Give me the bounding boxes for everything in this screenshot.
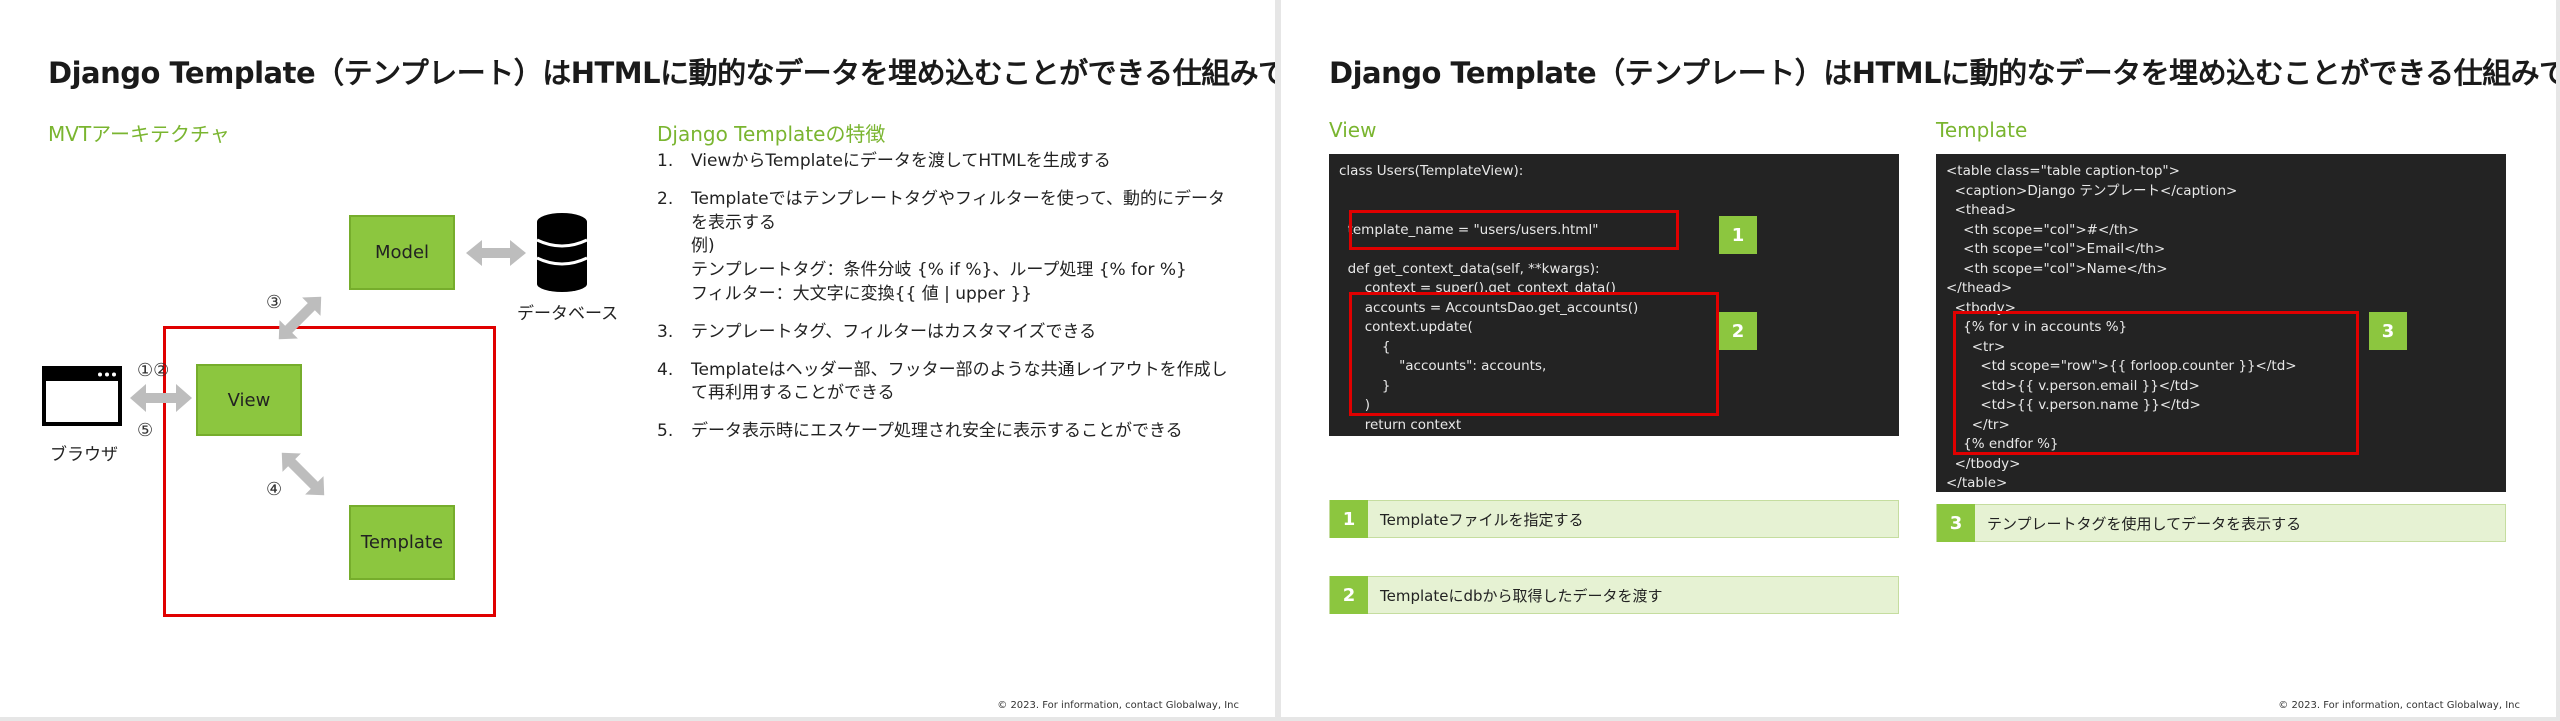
feature-number: 4. (657, 359, 674, 380)
step-1-2-marker: ①② (137, 360, 170, 381)
note-3-text: テンプレートタグを使用してデータを表示する (1987, 515, 2302, 533)
note-2: 2 Templateにdbから取得したデータを渡す (1329, 576, 1899, 614)
code-line: class Users(TemplateView): (1339, 163, 1524, 179)
code-line: <th scope="col">Email</th> (1946, 241, 2166, 257)
highlight-template-loop (1953, 311, 2359, 455)
note-3: 3 テンプレートタグを使用してデータを表示する (1936, 504, 2506, 542)
browser-label: ブラウザ (50, 445, 118, 465)
browser-view-arrow (130, 384, 192, 412)
code-line: </tbody> (1946, 455, 2021, 472)
code-line: <th scope="col">Name</th> (1946, 260, 2168, 277)
feature-item: 2. Templateではテンプレートタグやフィルターを使って、動的にデータを表… (657, 188, 1237, 307)
step-3-marker: ③ (266, 292, 283, 313)
code-line: <thead> (1946, 202, 2017, 218)
feature-number: 5. (657, 421, 674, 442)
note-1: 1 Templateファイルを指定する (1329, 500, 1899, 538)
step-4-marker: ④ (266, 479, 283, 500)
feature-text: Templateではテンプレートタグやフィルターを使って、動的にデータを表示する… (691, 188, 1226, 304)
feature-item: 3. テンプレートタグ、フィルターはカスタマイズできる (657, 321, 1237, 345)
callout-badge-3: 3 (2369, 312, 2407, 350)
slide-view-template-code: Django Template（テンプレート）はHTMLに動的なデータを埋め込む… (1281, 0, 2556, 717)
note-2-text: Templateにdbから取得したデータを渡す (1380, 587, 1663, 605)
code-line: return context (1339, 416, 1462, 433)
highlight-template-name (1349, 210, 1679, 250)
callout-badge-2: 2 (1719, 312, 1757, 350)
feature-item: 1. ViewからTemplateにデータを渡してHTMLを生成する (657, 150, 1237, 174)
feature-item: 4. Templateはヘッダー部、フッター部のような共通レイアウトを作成して再… (657, 359, 1237, 407)
code-line: def get_context_data(self, **kwargs): (1339, 260, 1600, 277)
feature-number: 1. (657, 151, 674, 171)
note-badge-2: 2 (1330, 576, 1368, 614)
code-line: <table class="table caption-top"> (1946, 163, 2180, 179)
feature-number: 3. (657, 321, 674, 342)
feature-text: データ表示時にエスケープ処理され安全に表示することができる (691, 421, 1183, 442)
callout-badge-1: 1 (1719, 216, 1757, 254)
feature-text: ViewからTemplateにデータを渡してHTMLを生成する (691, 151, 1111, 171)
highlight-context-data (1349, 292, 1719, 416)
database-icon (536, 213, 588, 292)
slide-mvt-architecture: Django Template（テンプレート）はHTMLに動的なデータを埋め込む… (0, 0, 1275, 717)
view-heading: View (1329, 118, 1377, 142)
feature-text: Templateはヘッダー部、フッター部のような共通レイアウトを作成して再利用す… (691, 359, 1228, 404)
code-line: </thead> (1946, 280, 2013, 296)
copyright-footer: © 2023. For information, contact Globalw… (997, 700, 1239, 711)
database-label: データベース (517, 304, 619, 324)
step-5-marker: ⑤ (137, 420, 154, 441)
browser-window-icon (42, 366, 122, 426)
note-badge-1: 1 (1330, 500, 1368, 538)
model-db-arrow (466, 240, 526, 266)
template-heading: Template (1936, 118, 2028, 142)
copyright-footer: © 2023. For information, contact Globalw… (2278, 700, 2520, 711)
feature-item: 5. データ表示時にエスケープ処理され安全に表示することができる (657, 420, 1237, 444)
note-badge-3: 3 (1937, 504, 1975, 542)
code-line: <caption>Django テンプレート</caption> (1946, 182, 2238, 199)
feature-text: テンプレートタグ、フィルターはカスタマイズできる (691, 321, 1097, 342)
note-1-text: Templateファイルを指定する (1380, 511, 1584, 529)
code-line: <th scope="col">#</th> (1946, 221, 2140, 238)
slide-title: Django Template（テンプレート）はHTMLに動的なデータを埋め込む… (1329, 56, 2556, 90)
feature-number: 2. (657, 188, 674, 209)
features-list: 1. ViewからTemplateにデータを渡してHTMLを生成する 2. Te… (657, 150, 1237, 458)
code-line: </table> (1946, 475, 2008, 491)
